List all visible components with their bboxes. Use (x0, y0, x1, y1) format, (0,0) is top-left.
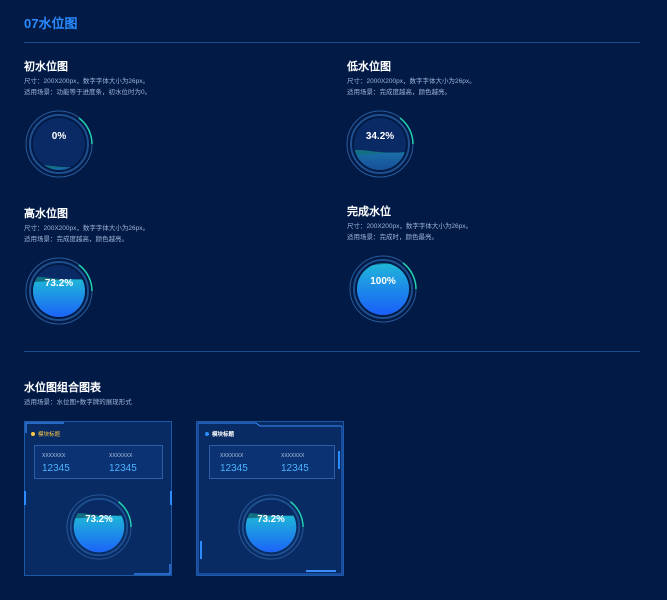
title-bullet-icon (205, 432, 209, 436)
combo-title: 水位图组合图表 (24, 382, 101, 394)
stat-value: 12345 (109, 463, 137, 474)
gauge-percent-label: 73.2% (257, 514, 285, 525)
gauge-title-low: 低水位图 (347, 61, 391, 73)
module-card: 模块标题 XXXXXXX 12345 XXXXXXX 12345 73.2% (196, 421, 344, 576)
gauge-percent-label: 100% (370, 276, 396, 287)
stat-label: XXXXXXX (109, 453, 133, 459)
card-water-gauge: 73.2% (66, 494, 132, 560)
gauge-title-high: 高水位图 (24, 208, 68, 220)
gauge-title-complete: 完成水位 (347, 206, 391, 218)
module-title: 模块标题 (38, 432, 61, 438)
gauge-desc-high-size: 尺寸：200X200px，数字字体大小为26px。 (24, 225, 149, 232)
gauge-percent-label: 73.2% (85, 514, 113, 525)
module-card: 模块标题 XXXXXXX 12345 XXXXXXX 12345 73.2% (24, 421, 172, 576)
gauge-desc-initial-usage: 适用场景：功能等于进度条，初水位时为0。 (24, 89, 152, 96)
stat-label: XXXXXXX (42, 453, 66, 459)
stat-label: XXXXXXX (281, 453, 305, 459)
water-gauge-high: 73.2% (25, 257, 93, 325)
gauge-desc-low-usage: 适用场景：完成度越高，颜色越亮。 (347, 89, 451, 96)
gauge-desc-complete-size: 尺寸：200X200px，数字字体大小为26px。 (347, 223, 472, 230)
section-title: 07水位图 (24, 16, 78, 31)
divider (24, 351, 640, 352)
stat-panel: XXXXXXX 12345 XXXXXXX 12345 (34, 445, 163, 479)
card-water-gauge: 73.2% (238, 494, 304, 560)
gauge-percent-label: 34.2% (366, 131, 394, 142)
stat-panel: XXXXXXX 12345 XXXXXXX 12345 (209, 445, 335, 479)
gauge-desc-low-size: 尺寸：2000X200px，数字字体大小为26px。 (347, 78, 476, 85)
gauge-desc-high-usage: 适用场景：完成度越高，颜色越亮。 (24, 236, 128, 243)
water-gauge-low: 34.2% (346, 110, 414, 178)
stat-value: 12345 (220, 463, 248, 474)
water-gauge-complete: 100% (349, 255, 417, 323)
gauge-background (33, 118, 85, 170)
stat-value: 12345 (42, 463, 70, 474)
gauge-title-initial: 初水位图 (24, 61, 68, 73)
divider (24, 42, 640, 43)
gauge-percent-label: 73.2% (45, 278, 73, 289)
module-title: 模块标题 (212, 432, 235, 438)
combo-desc: 适用场景：水位图+数字牌的展现形式 (24, 399, 132, 406)
stat-value: 12345 (281, 463, 309, 474)
stat-label: XXXXXXX (220, 453, 244, 459)
gauge-desc-complete-usage: 适用场景：完成时，颜色最亮。 (347, 234, 438, 241)
gauge-percent-label: 0% (52, 131, 67, 142)
gauge-desc-initial-size: 尺寸：200X200px，数字字体大小为26px。 (24, 78, 149, 85)
water-gauge-initial: 0% (25, 110, 93, 178)
title-bullet-icon (31, 432, 35, 436)
